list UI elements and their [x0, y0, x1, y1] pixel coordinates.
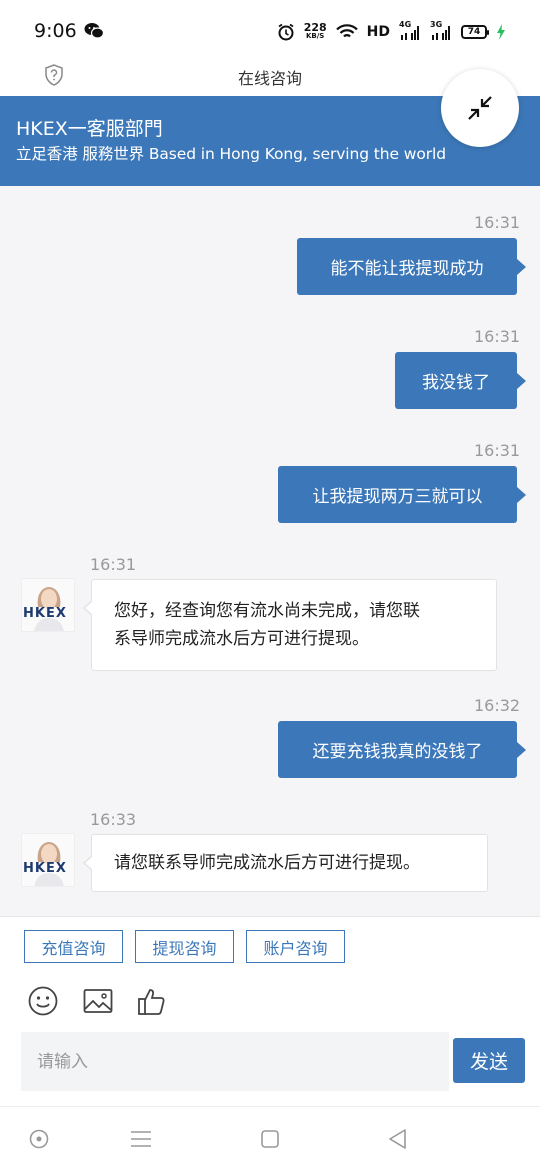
status-icons: 228 KB/S HD 4G 3G 74: [277, 20, 506, 44]
signal-3g-icon: 3G: [430, 20, 452, 41]
speed-value: 228: [303, 21, 327, 34]
message-time: 16:31: [90, 555, 137, 574]
avatar-logo-text: HKEX: [23, 606, 67, 621]
agent-message-bubble[interactable]: 请您联系导师完成流水后方可进行提现。: [83, 834, 488, 892]
charging-icon: [497, 24, 505, 40]
wechat-icon: [84, 23, 104, 39]
quick-reply-withdraw[interactable]: 提现咨询: [135, 930, 234, 963]
agent-avatar: HKEX: [21, 833, 75, 887]
user-message-bubble[interactable]: 让我提现两万三就可以: [278, 466, 526, 523]
message-text-line: 请您联系导师完成流水后方可进行提现。: [114, 853, 420, 873]
send-button[interactable]: 发送: [453, 1038, 525, 1083]
agent-message-bubble[interactable]: 您好，经查询您有流水尚未完成，请您联 系导师完成流水后方可进行提现。: [83, 579, 497, 671]
message-text-line: 系导师完成流水后方可进行提现。: [114, 629, 369, 649]
status-bar: 9:06 228 KB/S HD 4G 3G 74: [0, 0, 540, 62]
nav-assistant-icon[interactable]: [27, 1127, 51, 1151]
agent-avatar: HKEX: [21, 578, 75, 632]
nav-home-icon[interactable]: [258, 1127, 282, 1151]
message-time: 16:32: [474, 696, 521, 715]
quick-reply-recharge[interactable]: 充值咨询: [24, 930, 123, 963]
message-text: 能不能让我提现成功: [330, 259, 484, 279]
nav-back-icon[interactable]: [386, 1127, 410, 1151]
status-time: 9:06: [34, 20, 77, 42]
minimize-button[interactable]: [441, 69, 519, 147]
message-text: 还要充钱我真的没钱了: [312, 742, 483, 762]
emoji-icon[interactable]: [27, 985, 59, 1017]
message-time: 16:33: [90, 810, 137, 829]
quick-reply-account[interactable]: 账户咨询: [246, 930, 345, 963]
chat-area[interactable]: 16:31 能不能让我提现成功 16:31 我没钱了 16:31 让我提现两万三…: [0, 186, 540, 916]
battery-icon: 74: [461, 25, 489, 39]
message-time: 16:31: [474, 441, 521, 460]
user-message-bubble[interactable]: 我没钱了: [395, 352, 526, 409]
avatar-logo-text: HKEX: [23, 861, 67, 876]
header-subtitle: 立足香港 服務世界 Based in Hong Kong, serving th…: [16, 145, 446, 163]
network-speed: 228 KB/S: [303, 21, 327, 41]
user-message-bubble[interactable]: 还要充钱我真的没钱了: [278, 721, 526, 778]
message-input-container[interactable]: [21, 1032, 449, 1091]
message-text: 让我提现两万三就可以: [312, 487, 483, 507]
thumbs-up-icon[interactable]: [136, 985, 168, 1017]
message-text: 我没钱了: [422, 373, 490, 393]
alarm-icon: [278, 23, 294, 41]
hd-label: HD: [366, 24, 390, 40]
system-nav-bar: [0, 1106, 540, 1170]
image-icon[interactable]: [82, 985, 114, 1017]
user-message-bubble[interactable]: 能不能让我提现成功: [297, 238, 526, 295]
speed-unit: KB/S: [305, 32, 325, 40]
message-input[interactable]: [37, 1051, 449, 1072]
message-time: 16:31: [474, 327, 521, 346]
battery-level: 74: [467, 27, 481, 37]
header-title: HKEX一客服部門: [16, 118, 163, 140]
composer-area: 充值咨询 提现咨询 账户咨询 发送: [0, 916, 540, 1106]
message-text-line: 您好，经查询您有流水尚未完成，请您联: [114, 601, 420, 621]
wifi-icon: [335, 24, 358, 38]
signal-4g-icon: 4G: [399, 20, 421, 41]
nav-menu-icon[interactable]: [129, 1127, 153, 1151]
collapse-arrows-icon: [468, 96, 492, 120]
message-time: 16:31: [474, 213, 521, 232]
